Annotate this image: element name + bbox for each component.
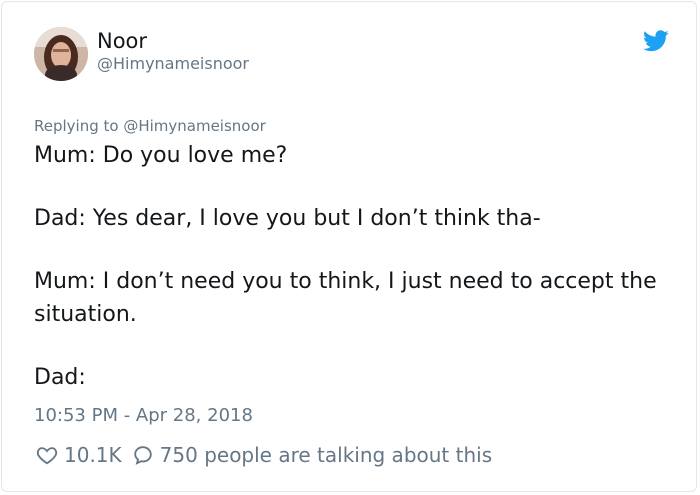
engagement-bar: 10.1K 750 people are talking about this bbox=[36, 441, 492, 469]
replying-to[interactable]: Replying to @Himynameisnoor bbox=[34, 116, 266, 136]
comment-bubble-icon[interactable] bbox=[132, 444, 154, 466]
tweet-text: Mum: Do you love me? Dad: Yes dear, I lo… bbox=[34, 139, 674, 424]
avatar-image bbox=[34, 27, 88, 81]
timestamp[interactable]: 10:53 PM - Apr 28, 2018 bbox=[34, 404, 253, 428]
tweet-line: Dad: bbox=[34, 365, 86, 390]
tweet-line: Dad: Yes dear, I love you but I don’t th… bbox=[34, 206, 541, 231]
tweet-line: Mum: I don’t need you to think, I just n… bbox=[34, 269, 657, 327]
avatar[interactable] bbox=[34, 27, 88, 81]
likes-count[interactable]: 10.1K bbox=[64, 443, 122, 467]
talking-count[interactable]: 750 people are talking about this bbox=[160, 443, 492, 467]
user-handle[interactable]: @Himynameisnoor bbox=[97, 54, 249, 74]
display-name[interactable]: Noor bbox=[97, 28, 147, 54]
tweet-line: Mum: Do you love me? bbox=[34, 143, 288, 168]
heart-icon[interactable] bbox=[36, 444, 58, 466]
tweet-card: Noor @Himynameisnoor Replying to @Himyna… bbox=[1, 1, 697, 492]
twitter-bird-icon[interactable] bbox=[643, 30, 669, 52]
